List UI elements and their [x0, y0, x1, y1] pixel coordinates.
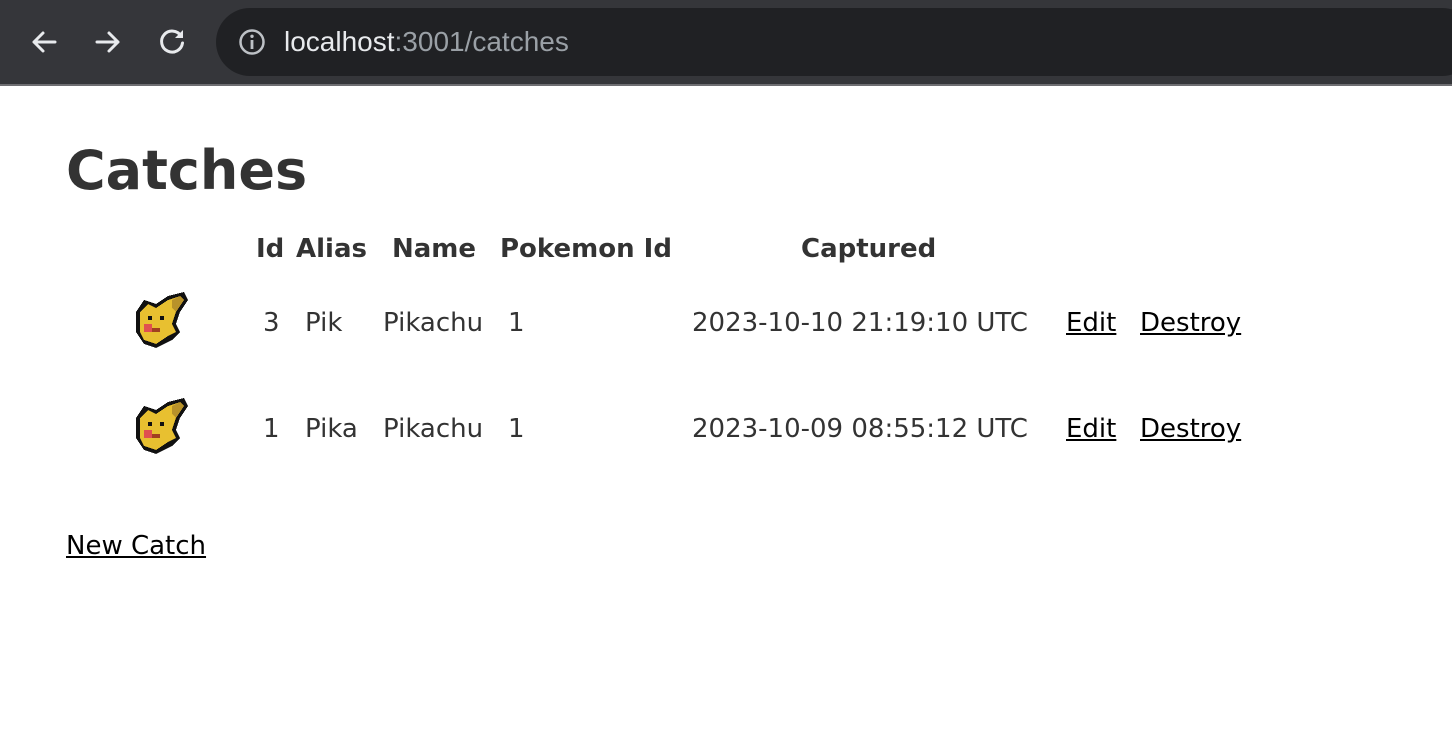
cell-id: 3: [263, 308, 280, 338]
arrow-right-icon: [95, 31, 120, 53]
arrow-left-icon: [32, 31, 57, 53]
reload-button[interactable]: [152, 22, 192, 62]
cell-alias: Pika: [305, 414, 358, 444]
destroy-link[interactable]: Destroy: [1140, 308, 1241, 338]
page-title: Catches: [66, 139, 308, 202]
cell-name: Pikachu: [383, 308, 484, 338]
header-name: Name: [392, 234, 477, 264]
header-id: Id: [256, 234, 285, 264]
header-pokemon-id: Pokemon Id: [500, 234, 672, 264]
forward-button[interactable]: [88, 22, 128, 62]
address-bar[interactable]: localhost:3001/catches: [216, 8, 1452, 76]
edit-link[interactable]: Edit: [1066, 414, 1116, 444]
header-captured: Captured: [801, 234, 937, 264]
cell-captured: 2023-10-10 21:19:10 UTC: [692, 308, 1028, 338]
reload-icon: [160, 29, 184, 54]
info-icon[interactable]: [238, 28, 266, 56]
url-text: localhost:3001/catches: [284, 25, 569, 59]
url-host: localhost: [284, 26, 395, 57]
new-catch-link[interactable]: New Catch: [66, 531, 206, 561]
pikachu-sprite: [136, 292, 188, 348]
header-alias: Alias: [296, 234, 367, 264]
back-button[interactable]: [24, 22, 64, 62]
cell-captured: 2023-10-09 08:55:12 UTC: [692, 414, 1028, 444]
cell-alias: Pik: [305, 308, 343, 338]
browser-toolbar: localhost:3001/catches: [0, 0, 1452, 86]
cell-id: 1: [263, 414, 280, 444]
cell-pokemon-id: 1: [508, 414, 525, 444]
cell-name: Pikachu: [383, 414, 484, 444]
destroy-link[interactable]: Destroy: [1140, 414, 1241, 444]
edit-link[interactable]: Edit: [1066, 308, 1116, 338]
cell-pokemon-id: 1: [508, 308, 525, 338]
url-path: :3001/catches: [394, 26, 569, 57]
pikachu-sprite: [136, 398, 188, 454]
